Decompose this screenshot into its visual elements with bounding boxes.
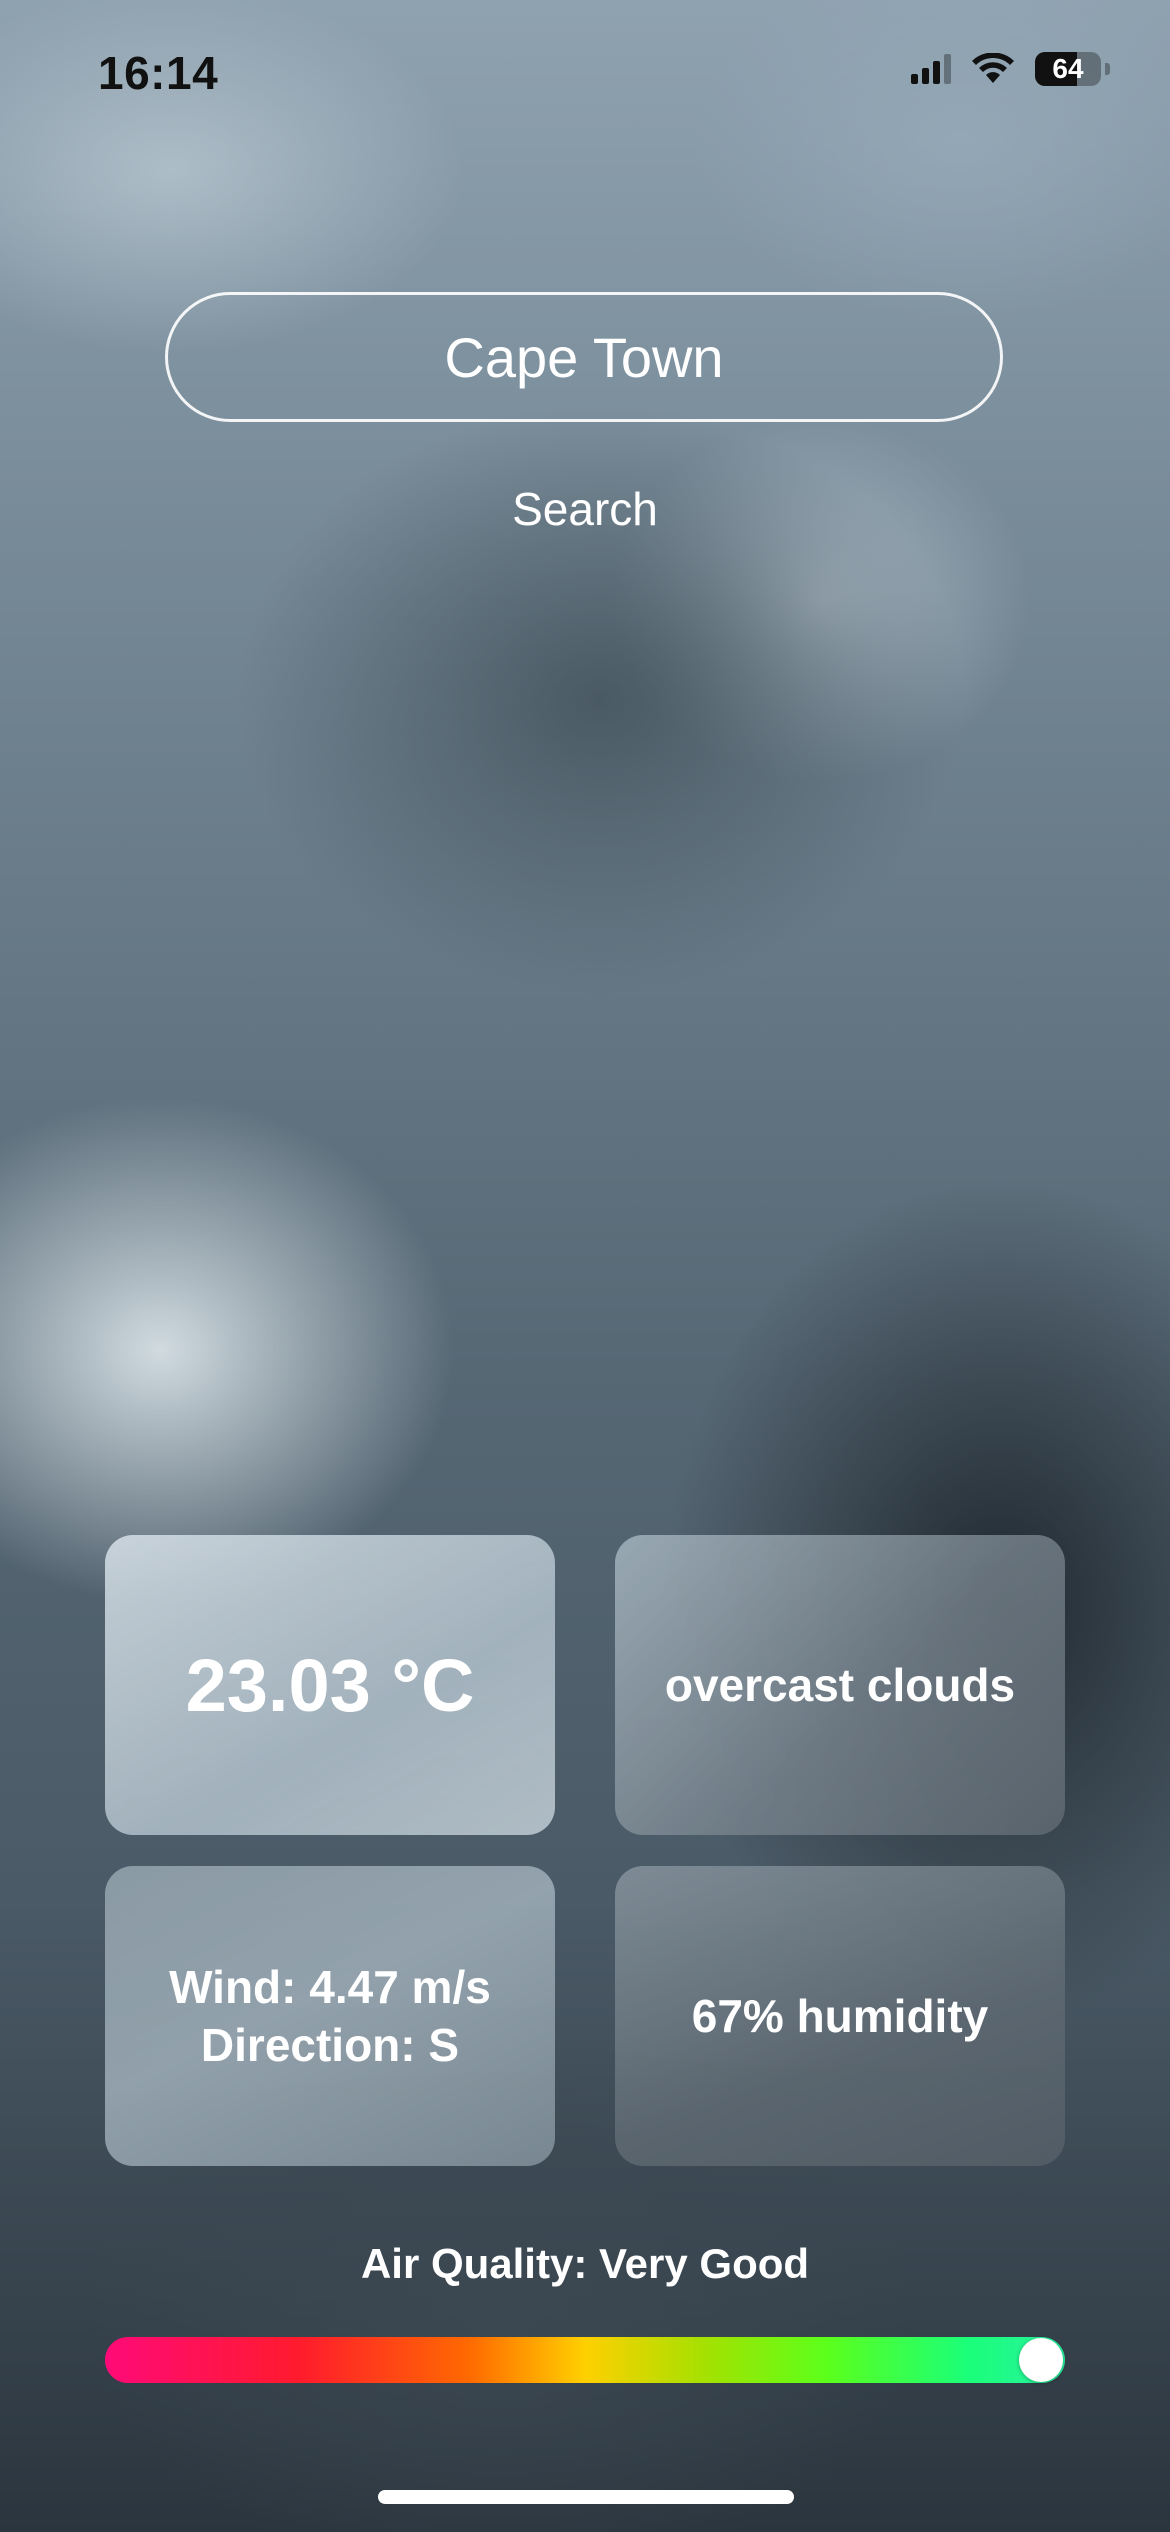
wind-direction: Direction: S <box>200 2019 460 2071</box>
status-bar: 16:14 64 <box>0 0 1170 150</box>
city-search-input[interactable] <box>165 292 1003 422</box>
temperature-value: 23.03 °C <box>185 1643 475 1727</box>
humidity-card: 67% humidity <box>615 1866 1065 2166</box>
battery-level: 64 <box>1052 53 1084 84</box>
search-button[interactable]: Search <box>435 474 735 544</box>
weather-description: overcast clouds <box>664 1659 1016 1711</box>
status-icons: 64 <box>911 52 1110 86</box>
battery-tip <box>1105 63 1110 75</box>
air-quality-indicator <box>1019 2338 1063 2382</box>
battery-icon: 64 <box>1035 52 1101 86</box>
status-time: 16:14 <box>98 47 219 99</box>
wifi-icon <box>972 53 1014 83</box>
home-indicator[interactable] <box>378 2490 794 2504</box>
wind-card: Wind: 4.47 m/s Direction: S <box>105 1866 555 2166</box>
description-card: overcast clouds <box>615 1535 1065 1835</box>
wind-speed: Wind: 4.47 m/s <box>169 1961 491 2013</box>
air-quality-scale <box>105 2337 1065 2383</box>
temperature-card: 23.03 °C <box>105 1535 555 1835</box>
air-quality-label: Air Quality: Very Good <box>360 2240 810 2287</box>
humidity-value: 67% humidity <box>691 1990 989 2042</box>
cellular-signal-icon <box>911 54 951 84</box>
